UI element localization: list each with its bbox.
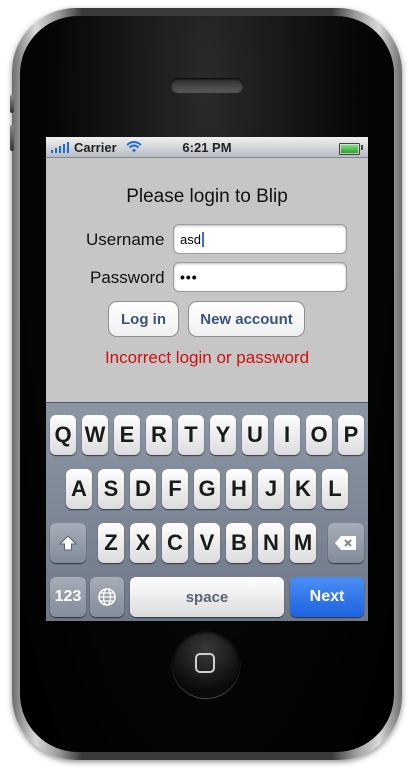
key-t[interactable]: T [178, 415, 204, 455]
key-e[interactable]: E [114, 415, 140, 455]
globe-icon [98, 588, 116, 606]
password-field[interactable]: ••• [173, 262, 347, 292]
key-k[interactable]: K [290, 469, 316, 509]
page-title: Please login to Blip [126, 186, 288, 207]
key-s[interactable]: S [98, 469, 124, 509]
key-r[interactable]: R [146, 415, 172, 455]
username-field[interactable]: asd [173, 224, 347, 254]
key-p[interactable]: P [338, 415, 364, 455]
key-j[interactable]: J [258, 469, 284, 509]
password-value: ••• [180, 269, 198, 285]
key-b[interactable]: B [226, 523, 252, 563]
backspace-icon [335, 536, 356, 550]
key-x[interactable]: X [130, 523, 156, 563]
volume-up-button [10, 125, 14, 151]
key-n[interactable]: N [258, 523, 284, 563]
key-i[interactable]: I [274, 415, 300, 455]
key-u[interactable]: U [242, 415, 268, 455]
key-o[interactable]: O [306, 415, 332, 455]
key-z[interactable]: Z [98, 523, 124, 563]
text-cursor [201, 232, 204, 247]
status-time: 6:21 PM [182, 140, 232, 155]
login-form: Please login to Blip Username asd Passwo… [46, 158, 368, 402]
status-bar: Carrier 6:21 PM [46, 137, 368, 158]
key-m[interactable]: M [290, 523, 316, 563]
new-account-button[interactable]: New account [188, 301, 305, 337]
key-v[interactable]: V [194, 523, 220, 563]
key-q[interactable]: Q [50, 415, 76, 455]
next-key[interactable]: Next [290, 577, 364, 617]
key-d[interactable]: D [130, 469, 156, 509]
key-c[interactable]: C [162, 523, 188, 563]
globe-key[interactable] [90, 577, 124, 617]
keyboard: Q W E R T Y U I O P A S D F G H J K L Z … [46, 402, 368, 621]
login-button[interactable]: Log in [108, 301, 179, 337]
key-y[interactable]: Y [210, 415, 236, 455]
battery-icon [339, 143, 360, 155]
space-key[interactable]: space [130, 577, 284, 617]
key-f[interactable]: F [162, 469, 188, 509]
shift-arrow-icon [58, 535, 78, 551]
home-square-icon [195, 653, 215, 673]
password-label: Password [90, 268, 165, 287]
error-message: Incorrect login or password [104, 348, 310, 367]
battery-tip [361, 145, 363, 150]
key-w[interactable]: W [82, 415, 108, 455]
mute-switch [10, 95, 14, 113]
key-h[interactable]: H [226, 469, 252, 509]
shift-key[interactable] [50, 523, 86, 563]
key-g[interactable]: G [194, 469, 220, 509]
numbers-key[interactable]: 123 [50, 577, 86, 617]
screen: Carrier 6:21 PM Please login to Blip Use… [46, 137, 368, 621]
username-value: asd [180, 232, 201, 247]
username-label: Username [86, 230, 165, 249]
delete-key[interactable] [328, 523, 364, 563]
key-a[interactable]: A [66, 469, 92, 509]
key-l[interactable]: L [322, 469, 348, 509]
earpiece-speaker [171, 78, 243, 92]
home-button[interactable] [172, 630, 240, 698]
